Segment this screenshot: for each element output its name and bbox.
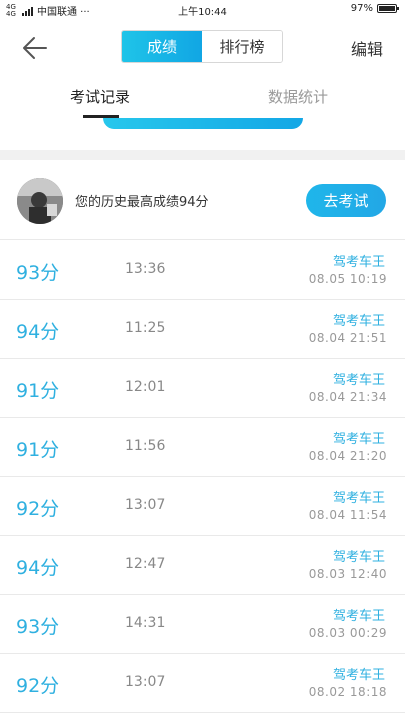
record-row[interactable]: 92分 13:07 驾考车王 08.02 18:18 [0,654,405,713]
record-date: 08.04 21:34 [308,390,387,404]
record-date: 08.04 21:20 [308,449,387,463]
record-score: 94分 [16,557,60,579]
status-right: 97% [350,3,399,14]
go-exam-button[interactable]: 去考试 [306,184,386,217]
record-score: 93分 [16,616,60,638]
record-duration: 13:36 [125,261,166,277]
record-duration: 12:47 [125,556,166,572]
record-row[interactable]: 93分 14:31 驾考车王 08.03 00:29 [0,595,405,654]
tab-ranking[interactable]: 排行榜 [202,31,282,62]
tab-exam-records[interactable]: 考试记录 [70,86,130,107]
status-time: 上午10:44 [178,7,227,18]
tab-statistics[interactable]: 数据统计 [268,86,328,107]
record-row[interactable]: 94分 11:25 驾考车王 08.04 21:51 [0,300,405,359]
record-score: 94分 [16,321,60,343]
record-mode: 驾考车王 [332,373,385,388]
sub-tabs: 考试记录 数据统计 [0,76,405,120]
battery-icon [377,4,399,13]
record-row[interactable]: 94分 12:47 驾考车王 08.03 12:40 [0,536,405,595]
record-score: 91分 [16,380,60,402]
record-mode: 驾考车王 [332,609,385,624]
arrow-left-icon[interactable] [20,34,48,62]
record-date: 08.03 00:29 [308,626,387,640]
record-score: 91分 [16,439,60,461]
record-list: 93分 13:36 驾考车王 08.05 10:19 94分 11:25 驾考车王 08.04… [0,241,405,713]
record-date: 08.04 21:51 [308,331,387,345]
record-row[interactable]: 91分 12:01 驾考车王 08.04 21:34 [0,359,405,418]
status-bar: 4G 4G 中国联通 ··· 上午10:44 97% [0,0,405,20]
battery-fill [379,6,395,11]
record-mode: 驾考车王 [332,550,385,565]
record-date: 08.04 11:54 [308,508,387,522]
record-duration: 11:25 [125,320,166,336]
record-score: 93分 [16,262,60,284]
record-mode: 驾考车王 [332,314,385,329]
record-date: 08.05 10:19 [308,272,387,286]
record-duration: 14:31 [125,615,166,631]
section-divider [0,150,405,160]
best-score-text: 您的历史最高成绩94分 [75,195,209,210]
record-date: 08.02 18:18 [308,685,387,699]
record-row[interactable]: 93分 13:36 驾考车王 08.05 10:19 [0,241,405,300]
record-mode: 驾考车王 [332,668,385,683]
record-duration: 13:07 [125,674,166,690]
best-score-row: 您的历史最高成绩94分 去考试 [0,160,405,240]
record-row[interactable]: 91分 11:56 驾考车王 08.04 21:20 [0,418,405,477]
edit-button[interactable]: 编辑 [351,36,383,60]
record-duration: 11:56 [125,438,166,454]
record-duration: 13:07 [125,497,166,513]
record-duration: 12:01 [125,379,166,395]
record-score: 92分 [16,498,60,520]
record-mode: 驾考车王 [332,491,385,506]
record-mode: 驾考车王 [332,432,385,447]
avatar-image [17,178,63,224]
battery-percent: 97% [350,3,373,14]
tab-score[interactable]: 成绩 [122,31,202,62]
segment-control: 成绩 排行榜 [121,30,283,63]
record-row[interactable]: 92分 13:07 驾考车王 08.04 11:54 [0,477,405,536]
header: 成绩 排行榜 编辑 [0,20,405,76]
avatar [17,178,63,224]
chart-remnant [103,118,303,129]
record-date: 08.03 12:40 [308,567,387,581]
record-score: 92分 [16,675,60,697]
record-mode: 驾考车王 [332,255,385,270]
